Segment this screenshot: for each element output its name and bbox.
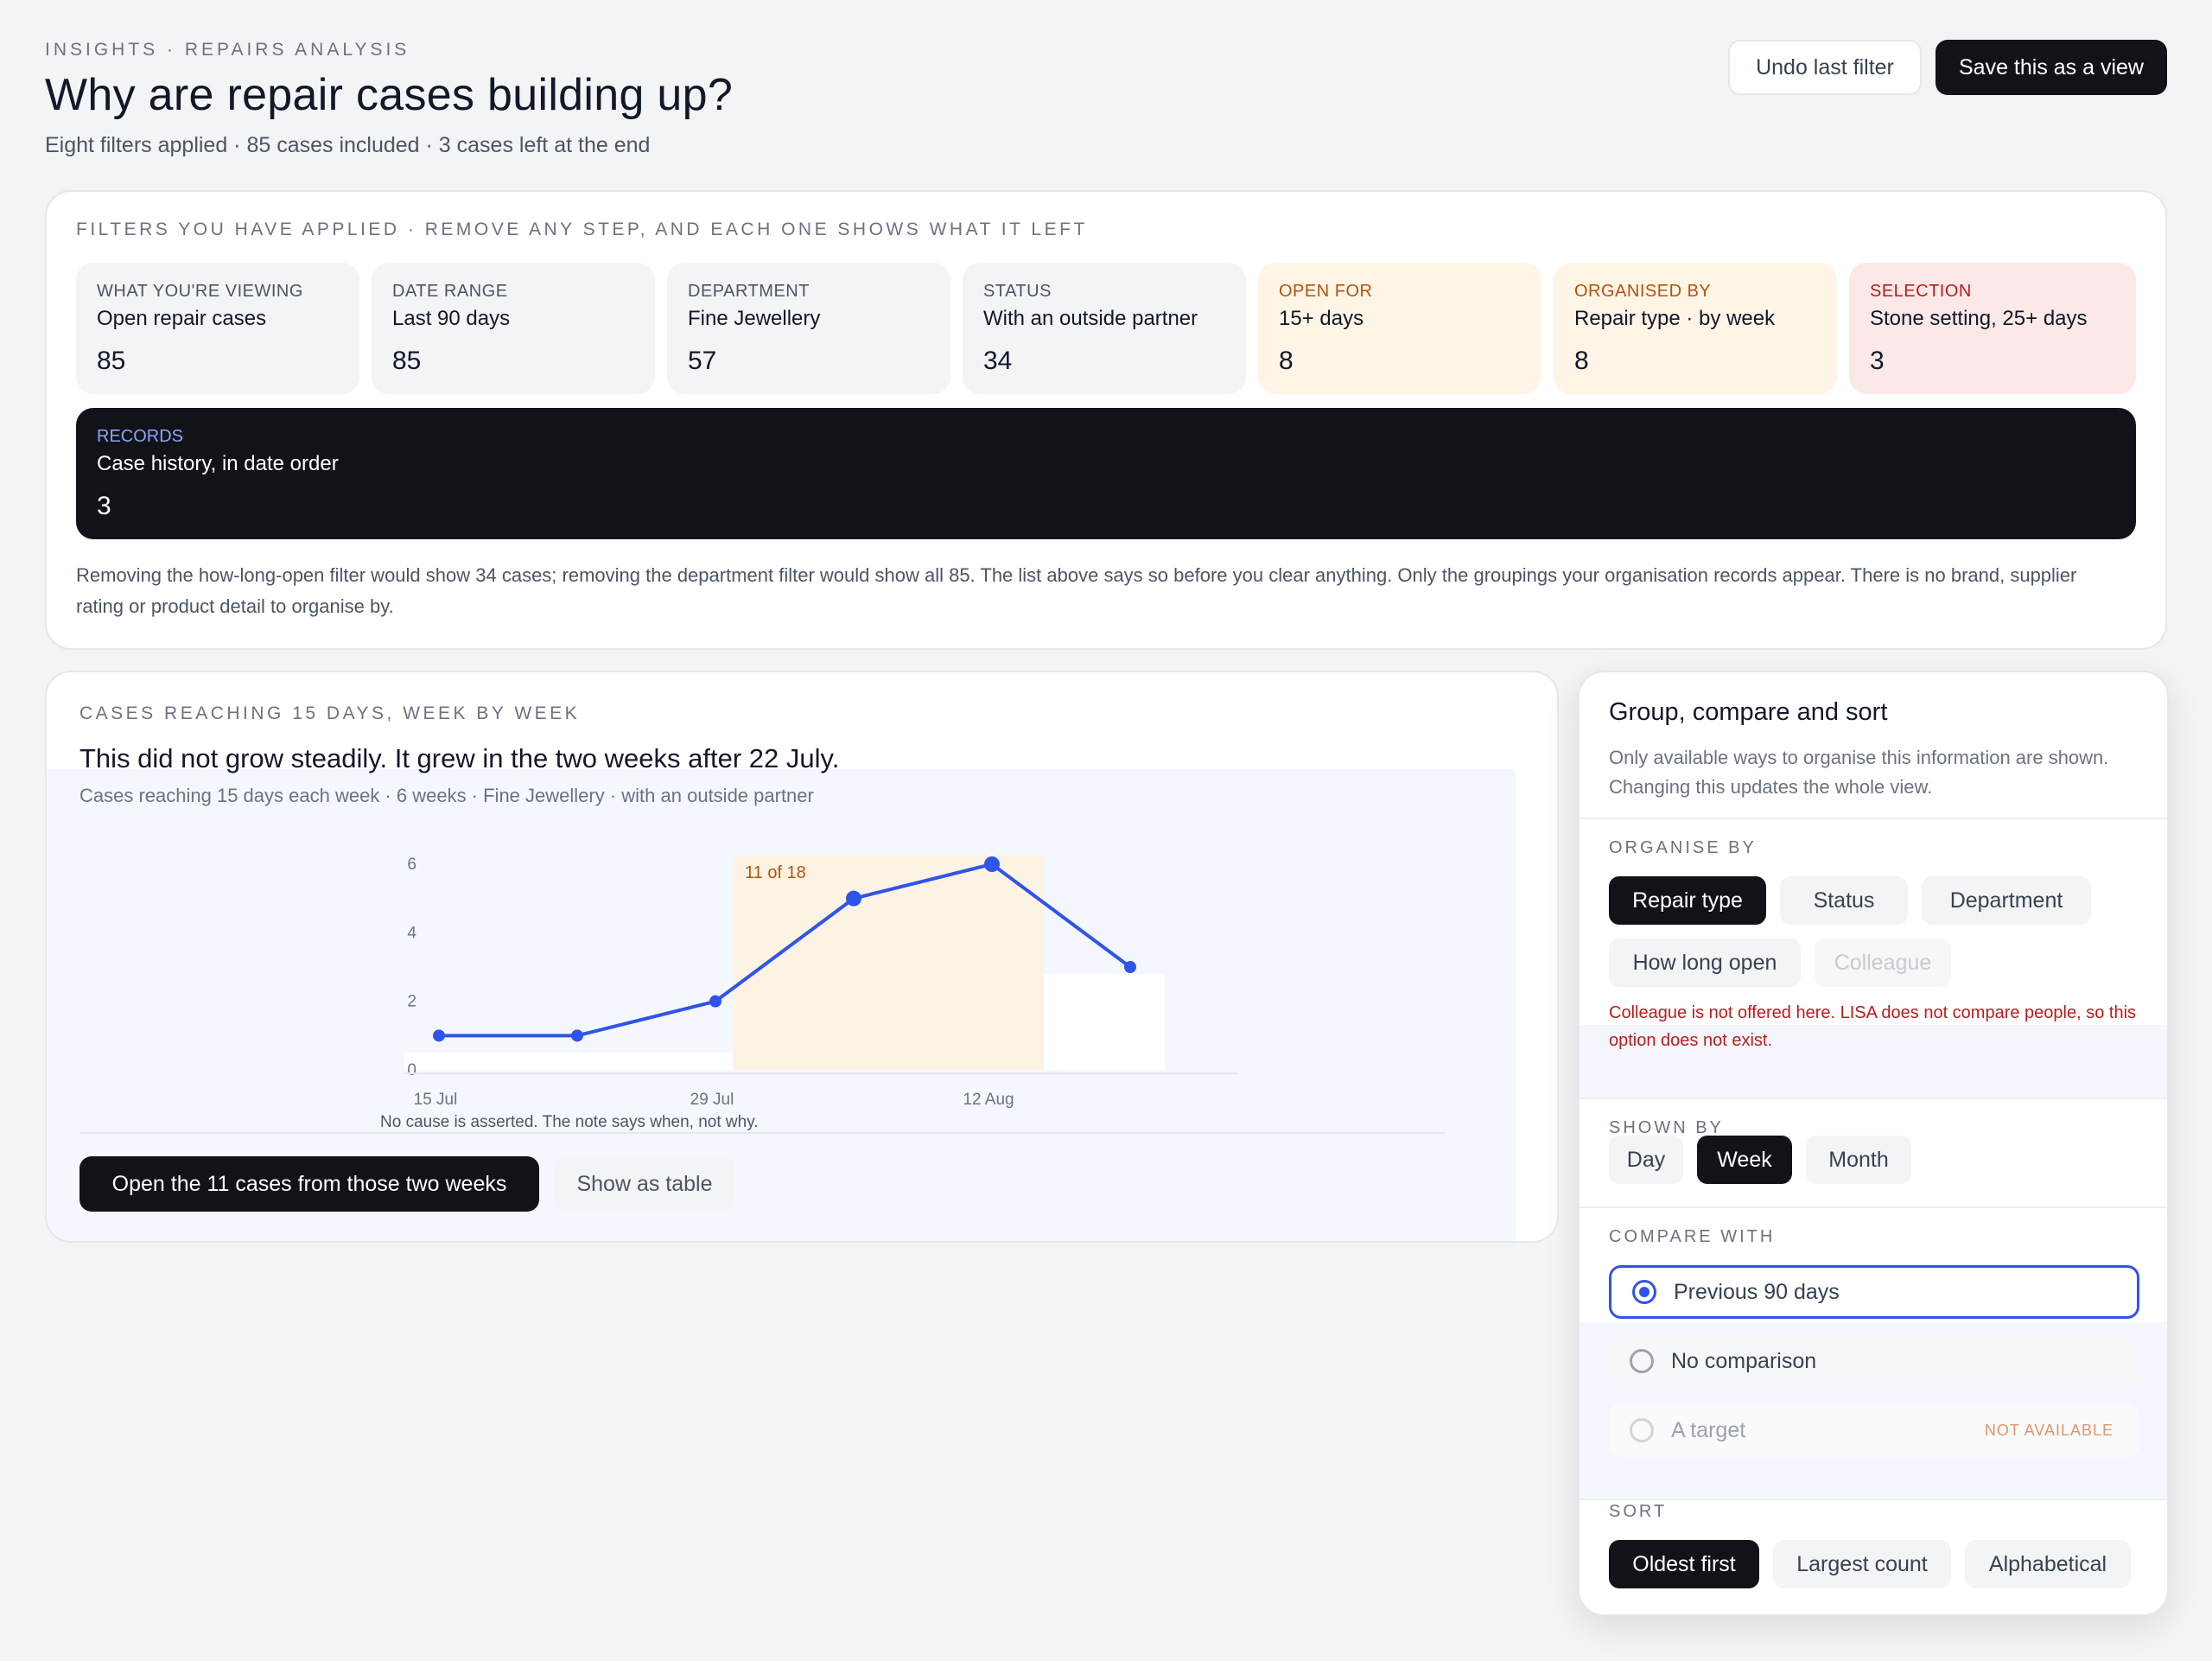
panel-title: Group, compare and sort bbox=[1609, 698, 1888, 726]
filter-tile-count: 3 bbox=[1870, 347, 1885, 375]
filter-tile-count: 85 bbox=[97, 347, 126, 375]
open-cases-button[interactable]: Open the 11 cases from those two weeks bbox=[79, 1156, 539, 1212]
filter-tile-value: With an outside partner bbox=[983, 307, 1198, 330]
page-title: Why are repair cases building up? bbox=[45, 70, 734, 120]
y-tick-label: 2 bbox=[407, 993, 416, 1011]
filter-tile-value: Stone setting, 25+ days bbox=[1870, 307, 2088, 330]
organise-status-chip[interactable]: Status bbox=[1780, 876, 1908, 925]
save-view-button[interactable]: Save this as a view bbox=[1936, 40, 2167, 95]
radio-empty-icon bbox=[1630, 1349, 1654, 1373]
data-point bbox=[433, 1029, 445, 1042]
organise-colleague-chip: Colleague bbox=[1815, 939, 1951, 987]
filter-tile-label: OPEN FOR bbox=[1279, 282, 1373, 301]
filter-tile-department[interactable]: DEPARTMENT Fine Jewellery 57 bbox=[667, 263, 950, 394]
plot-area-right bbox=[1044, 973, 1165, 1070]
shown-week-chip[interactable]: Week bbox=[1697, 1136, 1792, 1184]
organise-by-label: ORGANISE BY bbox=[1609, 838, 1757, 857]
breadcrumb: INSIGHTS · REPAIRS ANALYSIS bbox=[45, 40, 410, 60]
x-tick-label: 15 Jul bbox=[414, 1091, 458, 1109]
shown-month-chip[interactable]: Month bbox=[1806, 1136, 1911, 1184]
highlight-label: 11 of 18 bbox=[745, 863, 806, 882]
filter-tile-viewing[interactable]: WHAT YOU'RE VIEWING Open repair cases 85 bbox=[76, 263, 359, 394]
data-point bbox=[1124, 961, 1136, 973]
compare-target-option: A target NOT AVAILABLE bbox=[1609, 1403, 2139, 1457]
records-count: 3 bbox=[97, 492, 111, 520]
filter-tile-count: 8 bbox=[1279, 347, 1294, 375]
filter-tile-label: WHAT YOU'RE VIEWING bbox=[97, 282, 303, 301]
filter-tile-value: Repair type · by week bbox=[1574, 307, 1776, 330]
chart-divider bbox=[79, 1132, 1445, 1134]
sort-alphabetical-chip[interactable]: Alphabetical bbox=[1965, 1540, 2131, 1588]
chart-caption: No cause is asserted. The note says when… bbox=[380, 1113, 759, 1131]
colleague-warning: Colleague is not offered here. LISA does… bbox=[1609, 1003, 2137, 1050]
y-tick-label: 4 bbox=[407, 924, 416, 942]
filter-tile-label: ORGANISED BY bbox=[1574, 282, 1712, 301]
data-point bbox=[846, 890, 861, 907]
y-tick-label: 6 bbox=[407, 856, 416, 874]
sort-label: SORT bbox=[1609, 1502, 1668, 1521]
data-point bbox=[709, 995, 721, 1008]
compare-with-label: COMPARE WITH bbox=[1609, 1227, 1776, 1246]
filter-tile-value: Last 90 days bbox=[392, 307, 511, 330]
compare-option-label: A target bbox=[1671, 1417, 1746, 1442]
panel-divider bbox=[1580, 818, 2167, 819]
filter-tile-count: 34 bbox=[983, 347, 1013, 375]
panel-divider bbox=[1580, 1206, 2167, 1208]
page-subtitle: Eight filters applied · 85 cases include… bbox=[45, 133, 651, 157]
x-tick-label: 29 Jul bbox=[690, 1091, 734, 1109]
line-chart: 11 of 18 0 2 4 6 15 Jul 29 Jul 12 Aug bbox=[404, 856, 1237, 1109]
chart-subline: Cases reaching 15 days each week · 6 wee… bbox=[79, 785, 814, 806]
filter-tile-count: 57 bbox=[688, 347, 717, 375]
compare-none-option[interactable]: No comparison bbox=[1609, 1334, 2139, 1388]
organise-repair-type-chip[interactable]: Repair type bbox=[1609, 876, 1766, 925]
filter-tile-count: 8 bbox=[1574, 347, 1589, 375]
filter-tile-value: Fine Jewellery bbox=[688, 307, 821, 330]
y-tick-label: 0 bbox=[407, 1061, 416, 1079]
sort-oldest-chip[interactable]: Oldest first bbox=[1609, 1540, 1759, 1588]
compare-option-label: No comparison bbox=[1671, 1348, 1817, 1373]
sort-largest-chip[interactable]: Largest count bbox=[1773, 1540, 1951, 1588]
filter-tile-organised-by[interactable]: ORGANISED BY Repair type · by week 8 bbox=[1554, 263, 1837, 394]
radio-disabled-icon bbox=[1630, 1418, 1654, 1442]
chart-section-label: CASES REACHING 15 DAYS, WEEK BY WEEK bbox=[79, 703, 581, 723]
shown-day-chip[interactable]: Day bbox=[1609, 1136, 1683, 1184]
filter-tile-status[interactable]: STATUS With an outside partner 34 bbox=[963, 263, 1246, 394]
undo-filter-button[interactable]: Undo last filter bbox=[1728, 40, 1922, 95]
data-point bbox=[571, 1029, 583, 1042]
repairs-insights-page: INSIGHTS · REPAIRS ANALYSIS Why are repa… bbox=[0, 0, 2212, 1661]
filter-tile-value: Open repair cases bbox=[97, 307, 267, 330]
compare-previous-90-option[interactable]: Previous 90 days bbox=[1609, 1265, 2139, 1319]
filters-note: Removing the how-long-open filter would … bbox=[76, 564, 2077, 617]
panel-divider bbox=[1580, 1499, 2167, 1500]
filter-tile-label: SELECTION bbox=[1870, 282, 1972, 301]
panel-divider bbox=[1580, 1098, 2167, 1099]
chart-headline: This did not grow steadily. It grew in t… bbox=[79, 743, 840, 773]
records-label: RECORDS bbox=[97, 427, 184, 446]
records-value: Case history, in date order bbox=[97, 452, 339, 475]
records-tile[interactable]: RECORDS Case history, in date order 3 bbox=[76, 408, 2136, 539]
data-point bbox=[984, 856, 1000, 872]
filters-section-label: FILTERS YOU HAVE APPLIED · REMOVE ANY ST… bbox=[76, 220, 1088, 239]
plot-area-left bbox=[404, 1053, 733, 1070]
x-tick-label: 12 Aug bbox=[963, 1091, 1014, 1109]
organise-how-long-open-chip[interactable]: How long open bbox=[1609, 939, 1801, 987]
filter-tile-label: DEPARTMENT bbox=[688, 282, 810, 301]
group-compare-sort-panel: Group, compare and sort Only available w… bbox=[1578, 671, 2169, 1616]
filter-tile-value: 15+ days bbox=[1279, 307, 1364, 330]
not-available-badge: NOT AVAILABLE bbox=[1984, 1421, 2113, 1439]
filter-tile-open-for[interactable]: OPEN FOR 15+ days 8 bbox=[1258, 263, 1541, 394]
radio-selected-icon bbox=[1632, 1280, 1656, 1304]
filter-tile-selection[interactable]: SELECTION Stone setting, 25+ days 3 bbox=[1849, 263, 2136, 394]
compare-option-label: Previous 90 days bbox=[1674, 1279, 1840, 1304]
organise-department-chip[interactable]: Department bbox=[1922, 876, 2091, 925]
highlight-band bbox=[733, 856, 1044, 1070]
panel-description: Only available ways to organise this inf… bbox=[1609, 747, 2109, 798]
filter-tile-count: 85 bbox=[392, 347, 422, 375]
filter-tile-label: DATE RANGE bbox=[392, 282, 508, 301]
filter-tile-label: STATUS bbox=[983, 282, 1052, 301]
filter-tile-date-range[interactable]: DATE RANGE Last 90 days 85 bbox=[372, 263, 655, 394]
show-table-button[interactable]: Show as table bbox=[555, 1156, 734, 1212]
